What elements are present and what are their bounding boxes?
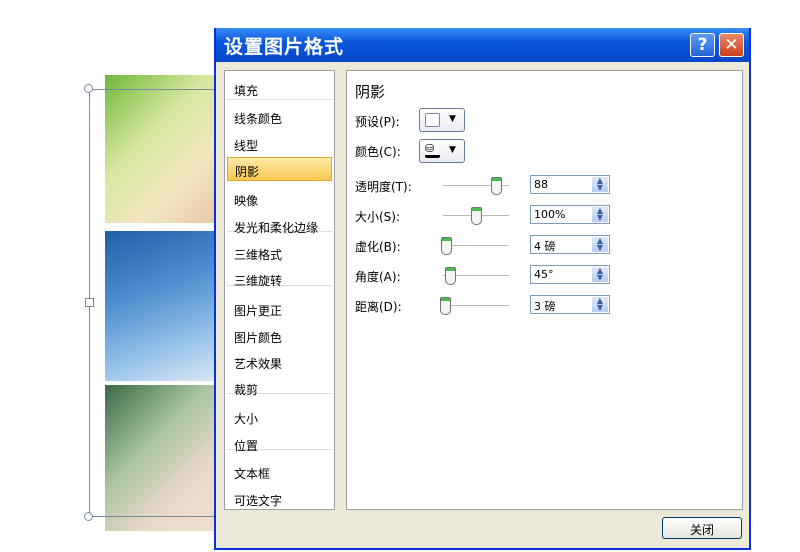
slider-thumb[interactable]	[445, 267, 457, 285]
nav-item[interactable]: 大小	[227, 405, 332, 429]
shadow-panel: 阴影 预设(P): ▼ 颜色(C): ⛁ ▼ 透明度(T): 88 ▲ ▼ 大小(S):…	[346, 70, 743, 510]
preset-label: 预设(P):	[355, 115, 400, 129]
paint-bucket-icon: ⛁	[425, 143, 440, 158]
dialog-title: 设置图片格式	[216, 28, 749, 62]
slider-track[interactable]	[443, 207, 509, 225]
value-text: 100%	[534, 208, 566, 221]
slider-track[interactable]	[439, 297, 509, 315]
value-text: 88	[534, 178, 548, 191]
value-text: 4 磅	[534, 240, 556, 253]
nav-item[interactable]: 阴影	[227, 157, 332, 181]
format-picture-dialog: 设置图片格式 ? ✕ 填充 线条颜色 线型 阴影 映像 发光和柔化边缘 三维格式 三维旋转 图片…	[214, 28, 751, 550]
value-input[interactable]: 45° ▲ ▼	[530, 265, 610, 284]
nav-item[interactable]: 填充	[227, 77, 332, 101]
value-input[interactable]: 100% ▲ ▼	[530, 205, 610, 224]
nav-item[interactable]: 裁剪	[227, 376, 332, 400]
nav-item[interactable]: 发光和柔化边缘	[227, 214, 332, 238]
spinner-icon[interactable]: ▲ ▼	[592, 177, 608, 192]
spinner-icon[interactable]: ▲ ▼	[592, 297, 608, 312]
help-button[interactable]: ?	[690, 33, 715, 57]
slider-track[interactable]	[443, 177, 509, 195]
slider-label: 距离(D):	[355, 300, 402, 314]
spinner-icon[interactable]: ▲ ▼	[592, 267, 608, 282]
nav-item[interactable]: 图片更正	[227, 297, 332, 321]
nav-item[interactable]: 映像	[227, 187, 332, 211]
value-input[interactable]: 88 ▲ ▼	[530, 175, 610, 194]
slider-label: 透明度(T):	[355, 180, 412, 194]
selection-box[interactable]	[89, 89, 219, 517]
value-text: 3 磅	[534, 300, 556, 313]
spinner-icon[interactable]: ▲ ▼	[592, 207, 608, 222]
resize-handle[interactable]	[84, 84, 93, 93]
close-button[interactable]: 关闭	[662, 517, 742, 539]
color-dropdown[interactable]: ⛁ ▼	[419, 139, 465, 163]
slider-thumb[interactable]	[471, 207, 482, 225]
slider-label: 虚化(B):	[355, 240, 401, 254]
close-icon[interactable]: ✕	[719, 33, 744, 57]
nav-item[interactable]: 线型	[227, 132, 332, 156]
nav-item[interactable]: 三维格式	[227, 241, 332, 265]
category-list: 填充线条颜色线型 阴影映像发光和柔化边缘 三维格式 三维旋转图片更正图片颜色 艺术效果裁…	[224, 70, 335, 510]
slider-track[interactable]	[443, 267, 509, 285]
panel-heading: 阴影	[355, 83, 386, 101]
slider-label: 角度(A):	[355, 270, 401, 284]
slider-thumb[interactable]	[441, 237, 452, 255]
preset-dropdown[interactable]: ▼	[419, 108, 465, 132]
value-input[interactable]: 4 磅 ▲ ▼	[530, 235, 610, 254]
nav-item[interactable]: 可选文字	[227, 487, 332, 511]
value-text: 45°	[534, 268, 554, 281]
nav-item[interactable]: 图片颜色	[227, 324, 332, 348]
value-input[interactable]: 3 磅 ▲ ▼	[530, 295, 610, 314]
nav-item[interactable]: 文本框	[227, 460, 332, 484]
spinner-icon[interactable]: ▲ ▼	[592, 237, 608, 252]
resize-handle[interactable]	[84, 512, 93, 521]
slider-thumb[interactable]	[490, 177, 502, 195]
slider-label: 大小(S):	[355, 210, 401, 224]
nav-item[interactable]: 三维旋转	[227, 267, 332, 291]
slider-track[interactable]	[441, 237, 509, 255]
slider-thumb[interactable]	[439, 297, 451, 315]
nav-item[interactable]: 位置	[227, 432, 332, 456]
nav-item[interactable]: 线条颜色	[227, 105, 332, 129]
resize-handle[interactable]	[85, 298, 94, 307]
nav-item[interactable]: 艺术效果	[227, 350, 332, 374]
color-label: 颜色(C):	[355, 145, 401, 159]
